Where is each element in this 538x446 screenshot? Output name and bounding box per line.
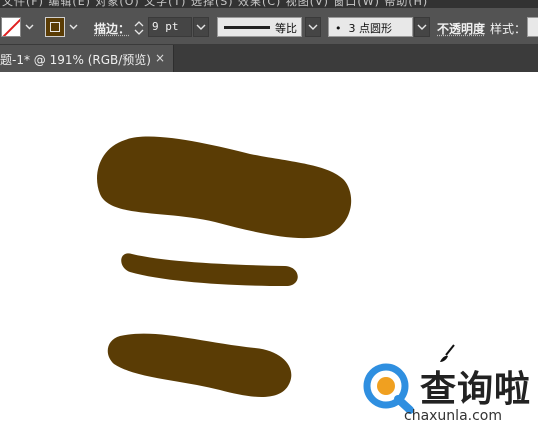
tab-bar: 题-1* @ 191% (RGB/预览) × bbox=[0, 45, 538, 72]
profile-label: 等比 bbox=[275, 22, 297, 35]
close-icon[interactable]: × bbox=[155, 51, 165, 65]
stroke-label[interactable]: 描边： bbox=[94, 20, 130, 37]
watermark-text: 查询啦 bbox=[420, 369, 532, 410]
profile-line-preview bbox=[224, 26, 270, 29]
chevron-down-icon bbox=[69, 24, 77, 30]
menu-bar: 文件(F) 编辑(E) 对象(O) 文字(T) 选择(S) 效果(C) 视图(V… bbox=[0, 0, 538, 8]
thick-brush-stroke[interactable] bbox=[97, 136, 352, 239]
brush-definition[interactable]: • 3 点圆形 bbox=[328, 17, 413, 37]
document-tab[interactable]: 题-1* @ 191% (RGB/预览) × bbox=[0, 45, 174, 72]
stroke-weight-dropdown[interactable] bbox=[193, 17, 209, 37]
stroke-weight-input[interactable]: 9 pt bbox=[148, 17, 192, 37]
thin-brush-stroke[interactable] bbox=[121, 253, 298, 287]
watermark-url: chaxunla.com bbox=[404, 408, 502, 424]
brush-dropdown[interactable] bbox=[414, 17, 430, 37]
stepper-arrows-icon bbox=[134, 21, 144, 35]
brush-label: • 3 点圆形 bbox=[335, 22, 392, 35]
chevron-down-icon bbox=[25, 24, 33, 30]
stroke-dropdown-arrow[interactable] bbox=[66, 17, 80, 37]
stroke-swatch-inner bbox=[50, 22, 60, 32]
variable-width-profile[interactable]: 等比 bbox=[217, 17, 302, 37]
graphic-style-swatch[interactable] bbox=[527, 17, 538, 37]
fill-dropdown-arrow[interactable] bbox=[22, 17, 36, 37]
fill-color-swatch[interactable] bbox=[1, 17, 21, 37]
stroke-color-swatch[interactable] bbox=[45, 17, 65, 37]
chevron-down-icon bbox=[308, 24, 318, 30]
watermark: 查询啦 chaxunla.com bbox=[362, 356, 538, 430]
chevron-down-icon bbox=[196, 24, 206, 30]
stroke-weight-stepper[interactable] bbox=[133, 19, 145, 37]
menu-bar-text[interactable]: 文件(F) 编辑(E) 对象(O) 文字(T) 选择(S) 效果(C) 视图(V… bbox=[2, 0, 428, 8]
search-logo-icon bbox=[363, 363, 414, 414]
medium-brush-stroke[interactable] bbox=[107, 333, 292, 397]
chevron-down-icon bbox=[417, 24, 427, 30]
opacity-label[interactable]: 不透明度 bbox=[437, 20, 485, 37]
none-fill-icon bbox=[2, 18, 20, 36]
profile-dropdown[interactable] bbox=[305, 17, 321, 37]
document-tab-title: 题-1* @ 191% (RGB/预览) bbox=[0, 53, 151, 67]
control-bar: 描边： 9 pt 等比 • 3 点圆形 不透明度 样式： bbox=[0, 8, 538, 45]
style-label: 样式： bbox=[490, 22, 527, 36]
